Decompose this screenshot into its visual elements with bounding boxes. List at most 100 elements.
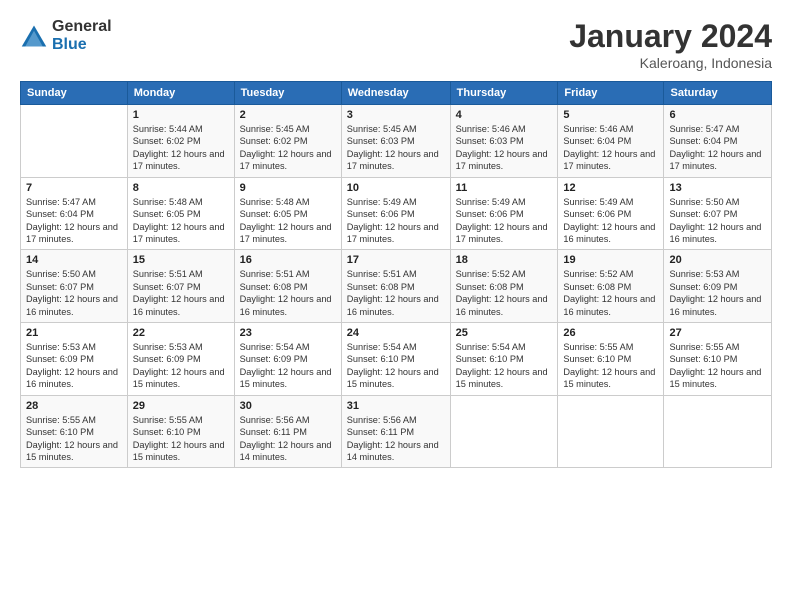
weekday-monday: Monday — [127, 82, 234, 105]
day-number: 12 — [563, 182, 658, 194]
day-info: Sunrise: 5:55 AM Sunset: 6:10 PM Dayligh… — [669, 341, 766, 391]
day-cell-4-6 — [664, 395, 772, 468]
day-number: 30 — [240, 400, 336, 412]
day-number: 6 — [669, 109, 766, 121]
logo-blue-text: Blue — [52, 36, 87, 53]
day-info: Sunrise: 5:49 AM Sunset: 6:06 PM Dayligh… — [456, 196, 553, 246]
day-number: 20 — [669, 254, 766, 266]
day-cell-3-0: 21Sunrise: 5:53 AM Sunset: 6:09 PM Dayli… — [21, 323, 128, 396]
day-cell-4-5 — [558, 395, 664, 468]
day-info: Sunrise: 5:55 AM Sunset: 6:10 PM Dayligh… — [563, 341, 658, 391]
day-number: 3 — [347, 109, 445, 121]
calendar-table: Sunday Monday Tuesday Wednesday Thursday… — [20, 81, 772, 468]
day-cell-3-5: 26 Sunrise: 5:55 AM Sunset: 6:10 PM Dayli… — [558, 323, 664, 396]
day-info: Sunrise: 5:48 AM Sunset: 6:05 PM Dayligh… — [133, 196, 229, 246]
day-cell-3-4: 25Sunrise: 5:54 AM Sunset: 6:10 PM Dayli… — [450, 323, 558, 396]
week-row-3: 21 Sunrise: 5:53 AM Sunset: 6:09 PM Dayli… — [21, 323, 772, 396]
day-number: 1 — [133, 109, 229, 121]
day-number: 29 — [133, 400, 229, 412]
day-info: Sunrise: 5:51 AM Sunset: 6:08 PM Dayligh… — [347, 268, 445, 318]
day-number: 17 — [347, 254, 445, 266]
day-cell-0-5: 5 Sunrise: 5:46 AM Sunset: 6:04 PM Daylig… — [558, 105, 664, 178]
day-cell-0-3: 3 Sunrise: 5:45 AM Sunset: 6:03 PM Daylig… — [341, 105, 450, 178]
day-number: 10 — [347, 182, 445, 194]
week-row-4: 28 Sunrise: 5:55 AM Sunset: 6:10 PM Dayli… — [21, 395, 772, 468]
week-row-0: 1 Sunrise: 5:44 AM Sunset: 6:02 PM Daylig… — [21, 105, 772, 178]
day-info: Sunrise: 5:54 AM Sunset: 6:10 PM Dayligh… — [347, 341, 445, 391]
day-number: 4 — [456, 109, 553, 121]
day-number: 7 — [26, 182, 122, 194]
day-cell-3-6: 27Sunrise: 5:55 AM Sunset: 6:10 PM Dayli… — [664, 323, 772, 396]
day-cell-4-0: 28Sunrise: 5:55 AM Sunset: 6:10 PM Dayli… — [21, 395, 128, 468]
day-cell-2-0: 14Sunrise: 5:50 AM Sunset: 6:07 PM Dayli… — [21, 250, 128, 323]
day-cell-2-4: 18 Sunrise: 5:52 AM Sunset: 6:08 PM Dayli… — [450, 250, 558, 323]
day-number: 18 — [456, 254, 553, 266]
day-info: Sunrise: 5:51 AM Sunset: 6:07 PM Dayligh… — [133, 268, 229, 318]
day-cell-0-1: 1 Sunrise: 5:44 AM Sunset: 6:02 PM Daylig… — [127, 105, 234, 178]
week-row-2: 14Sunrise: 5:50 AM Sunset: 6:07 PM Dayli… — [21, 250, 772, 323]
day-number: 9 — [240, 182, 336, 194]
day-number: 22 — [133, 327, 229, 339]
day-number: 31 — [347, 400, 445, 412]
day-number: 14 — [26, 254, 122, 266]
day-number: 13 — [669, 182, 766, 194]
day-cell-1-3: 10 Sunrise: 5:49 AM Sunset: 6:06 PM Dayli… — [341, 177, 450, 250]
calendar-header: Sunday Monday Tuesday Wednesday Thursday… — [21, 82, 772, 105]
title-block: January 2024 Kaleroang, Indonesia — [569, 18, 772, 71]
day-number: 8 — [133, 182, 229, 194]
day-number: 26 — [563, 327, 658, 339]
day-cell-1-2: 9 Sunrise: 5:48 AM Sunset: 6:05 PM Daylig… — [234, 177, 341, 250]
day-info: Sunrise: 5:52 AM Sunset: 6:08 PM Dayligh… — [563, 268, 658, 318]
day-info: Sunrise: 5:46 AM Sunset: 6:04 PM Dayligh… — [563, 123, 658, 173]
day-info: Sunrise: 5:49 AM Sunset: 6:06 PM Dayligh… — [563, 196, 658, 246]
logo-icon — [20, 22, 48, 50]
day-info: Sunrise: 5:56 AM Sunset: 6:11 PM Dayligh… — [347, 414, 445, 464]
day-info: Sunrise: 5:47 AM Sunset: 6:04 PM Dayligh… — [669, 123, 766, 173]
day-cell-3-2: 23 Sunrise: 5:54 AM Sunset: 6:09 PM Dayli… — [234, 323, 341, 396]
day-info: Sunrise: 5:45 AM Sunset: 6:03 PM Dayligh… — [347, 123, 445, 173]
day-number: 21 — [26, 327, 122, 339]
day-cell-4-1: 29 Sunrise: 5:55 AM Sunset: 6:10 PM Dayli… — [127, 395, 234, 468]
day-info: Sunrise: 5:49 AM Sunset: 6:06 PM Dayligh… — [347, 196, 445, 246]
day-cell-0-0 — [21, 105, 128, 178]
day-cell-3-3: 24 Sunrise: 5:54 AM Sunset: 6:10 PM Dayli… — [341, 323, 450, 396]
day-info: Sunrise: 5:53 AM Sunset: 6:09 PM Dayligh… — [133, 341, 229, 391]
day-info: Sunrise: 5:48 AM Sunset: 6:05 PM Dayligh… — [240, 196, 336, 246]
day-cell-4-2: 30Sunrise: 5:56 AM Sunset: 6:11 PM Dayli… — [234, 395, 341, 468]
day-info: Sunrise: 5:54 AM Sunset: 6:10 PM Dayligh… — [456, 341, 553, 391]
page: General Blue January 2024 Kaleroang, Ind… — [0, 0, 792, 612]
weekday-tuesday: Tuesday — [234, 82, 341, 105]
day-info: Sunrise: 5:44 AM Sunset: 6:02 PM Dayligh… — [133, 123, 229, 173]
day-info: Sunrise: 5:45 AM Sunset: 6:02 PM Dayligh… — [240, 123, 336, 173]
day-number: 28 — [26, 400, 122, 412]
day-cell-0-6: 6 Sunrise: 5:47 AM Sunset: 6:04 PM Daylig… — [664, 105, 772, 178]
weekday-thursday: Thursday — [450, 82, 558, 105]
header: General Blue January 2024 Kaleroang, Ind… — [20, 18, 772, 71]
logo: General Blue — [20, 18, 112, 53]
day-info: Sunrise: 5:53 AM Sunset: 6:09 PM Dayligh… — [669, 268, 766, 318]
day-info: Sunrise: 5:54 AM Sunset: 6:09 PM Dayligh… — [240, 341, 336, 391]
day-number: 5 — [563, 109, 658, 121]
day-info: Sunrise: 5:52 AM Sunset: 6:08 PM Dayligh… — [456, 268, 553, 318]
day-cell-2-2: 16Sunrise: 5:51 AM Sunset: 6:08 PM Dayli… — [234, 250, 341, 323]
day-cell-0-4: 4 Sunrise: 5:46 AM Sunset: 6:03 PM Daylig… — [450, 105, 558, 178]
day-info: Sunrise: 5:46 AM Sunset: 6:03 PM Dayligh… — [456, 123, 553, 173]
weekday-wednesday: Wednesday — [341, 82, 450, 105]
day-number: 11 — [456, 182, 553, 194]
weekday-saturday: Saturday — [664, 82, 772, 105]
day-cell-1-5: 12 Sunrise: 5:49 AM Sunset: 6:06 PM Dayli… — [558, 177, 664, 250]
day-cell-4-3: 31 Sunrise: 5:56 AM Sunset: 6:11 PM Dayli… — [341, 395, 450, 468]
day-info: Sunrise: 5:47 AM Sunset: 6:04 PM Dayligh… — [26, 196, 122, 246]
day-info: Sunrise: 5:50 AM Sunset: 6:07 PM Dayligh… — [669, 196, 766, 246]
day-info: Sunrise: 5:51 AM Sunset: 6:08 PM Dayligh… — [240, 268, 336, 318]
logo-text: General Blue — [52, 18, 112, 53]
day-info: Sunrise: 5:55 AM Sunset: 6:10 PM Dayligh… — [133, 414, 229, 464]
day-number: 23 — [240, 327, 336, 339]
day-number: 2 — [240, 109, 336, 121]
day-cell-2-5: 19Sunrise: 5:52 AM Sunset: 6:08 PM Dayli… — [558, 250, 664, 323]
day-number: 24 — [347, 327, 445, 339]
weekday-row: Sunday Monday Tuesday Wednesday Thursday… — [21, 82, 772, 105]
day-cell-3-1: 22 Sunrise: 5:53 AM Sunset: 6:09 PM Dayli… — [127, 323, 234, 396]
day-cell-2-1: 15Sunrise: 5:51 AM Sunset: 6:07 PM Dayli… — [127, 250, 234, 323]
day-cell-1-6: 13 Sunrise: 5:50 AM Sunset: 6:07 PM Dayli… — [664, 177, 772, 250]
